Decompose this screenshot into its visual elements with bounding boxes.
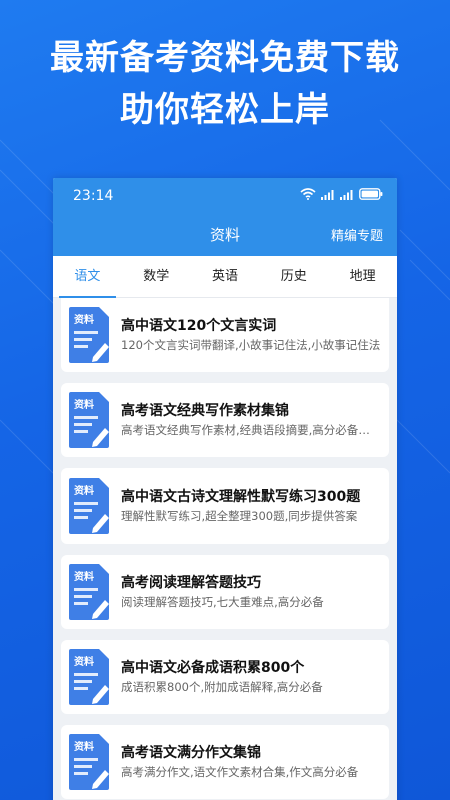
document-icon: 资料 — [69, 564, 111, 620]
item-desc: 高考满分作文,语文作文素材合集,作文高分必备 — [121, 765, 359, 779]
document-icon: 资料 — [69, 649, 111, 705]
item-title: 高考语文满分作文集锦 — [121, 745, 261, 761]
document-badge-label: 资料 — [74, 315, 94, 326]
document-badge-label: 资料 — [74, 742, 94, 753]
battery-icon — [359, 188, 383, 200]
document-icon: 资料 — [69, 478, 111, 534]
featured-topics-button[interactable]: 精编专题 — [331, 225, 383, 244]
item-desc: 高考语文经典写作素材,经典语段摘要,高分必备素材 — [121, 423, 381, 437]
tab-chinese[interactable]: 语文 — [53, 256, 122, 298]
list-item[interactable]: 资料 高考语文满分作文集锦 高考满分作文,语文作文素材合集,作文高分必备 — [61, 725, 389, 799]
document-badge-label: 资料 — [74, 486, 94, 497]
tab-math[interactable]: 数学 — [122, 256, 191, 298]
tab-history[interactable]: 历史 — [259, 256, 328, 298]
tab-english[interactable]: 英语 — [191, 256, 260, 298]
item-desc: 理解性默写练习,超全整理300题,同步提供答案 — [121, 509, 358, 523]
signal-icon — [340, 189, 353, 200]
tab-geography[interactable]: 地理 — [328, 256, 397, 298]
promo-line-2: 助你轻松上岸 — [120, 90, 330, 130]
item-title: 高中语文120个文言实词 — [121, 318, 277, 334]
item-desc: 阅读理解答题技巧,七大重难点,高分必备 — [121, 595, 324, 609]
list-item[interactable]: 资料 高中语文古诗文理解性默写练习300题 理解性默写练习,超全整理300题,同… — [61, 468, 389, 544]
item-title: 高考语文经典写作素材集锦 — [121, 403, 289, 419]
material-list: 资料 高中语文120个文言实词 120个文言实词带翻译,小故事记住法,小故事记住… — [53, 298, 397, 799]
list-item[interactable]: 资料 高中语文必备成语积累800个 成语积累800个,附加成语解释,高分必备 — [61, 640, 389, 714]
promo-headline: 最新备考资料免费下载 助你轻松上岸 — [0, 32, 450, 136]
status-icons — [300, 188, 383, 200]
app-bar: 23:14 资料 精编专题 — [53, 178, 397, 256]
subject-tabs: 语文 数学 英语 历史 地理 — [53, 256, 397, 298]
signal-icon — [321, 189, 334, 200]
item-title: 高考阅读理解答题技巧 — [121, 575, 261, 591]
status-time: 23:14 — [73, 188, 114, 204]
item-title: 高中语文必备成语积累800个 — [121, 660, 305, 676]
document-badge-label: 资料 — [74, 657, 94, 668]
promo-line-1: 最新备考资料免费下载 — [50, 38, 400, 78]
wifi-icon — [300, 188, 316, 200]
document-icon: 资料 — [69, 392, 111, 448]
phone-screen: 23:14 资料 精编专题 语文 数学 英语 历史 地理 资料 高中语文120个… — [53, 178, 397, 800]
document-badge-label: 资料 — [74, 400, 94, 411]
document-icon: 资料 — [69, 734, 111, 790]
item-desc: 成语积累800个,附加成语解释,高分必备 — [121, 680, 323, 694]
list-item[interactable]: 资料 高考语文经典写作素材集锦 高考语文经典写作素材,经典语段摘要,高分必备素材 — [61, 383, 389, 457]
list-item[interactable]: 资料 高中语文120个文言实词 120个文言实词带翻译,小故事记住法,小故事记住… — [61, 298, 389, 372]
item-desc: 120个文言实词带翻译,小故事记住法,小故事记住法 — [121, 338, 381, 352]
list-item[interactable]: 资料 高考阅读理解答题技巧 阅读理解答题技巧,七大重难点,高分必备 — [61, 555, 389, 629]
document-badge-label: 资料 — [74, 572, 94, 583]
document-icon: 资料 — [69, 307, 111, 363]
item-title: 高中语文古诗文理解性默写练习300题 — [121, 489, 361, 505]
